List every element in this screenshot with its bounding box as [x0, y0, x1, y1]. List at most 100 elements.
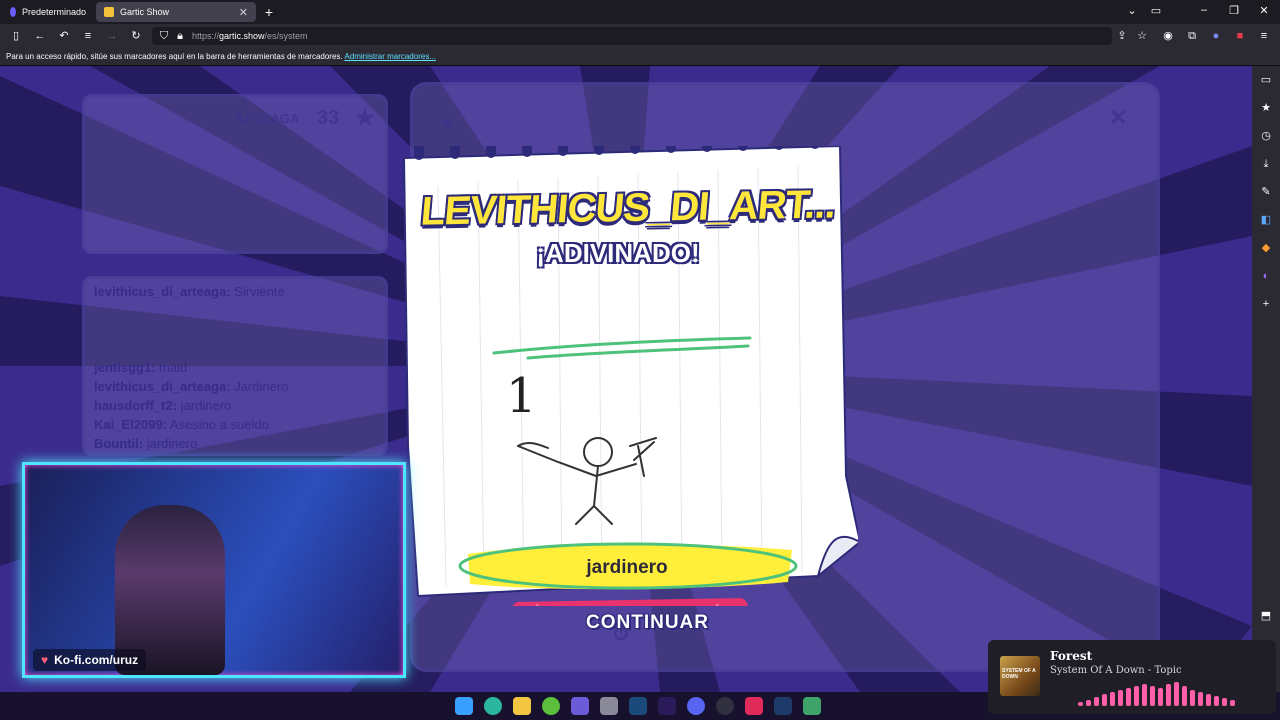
steam-second-icon[interactable]	[774, 697, 792, 715]
start-icon[interactable]	[455, 697, 473, 715]
chat-text: jardinero	[146, 436, 198, 451]
visualizer-bar	[1230, 700, 1235, 706]
visualizer-bar	[1150, 686, 1155, 706]
result-card: LEVITHICUS_DI_ART... ¡ADIVINADO! 1 jardi…	[398, 146, 858, 633]
synced-tabs-icon[interactable]: ▭	[1258, 72, 1274, 88]
gartic-favicon-icon	[104, 7, 114, 17]
audio-visualizer	[1078, 682, 1235, 706]
orange-extension-icon[interactable]: ◆	[1258, 240, 1274, 256]
bookmark-star-icon[interactable]: ☆	[1134, 28, 1150, 44]
history-list-icon[interactable]: ≡	[80, 28, 96, 44]
visualizer-bar	[1222, 698, 1227, 706]
visualizer-bar	[1182, 686, 1187, 706]
edge-icon[interactable]	[484, 697, 502, 715]
chat-text: Jardinero	[234, 379, 289, 394]
chat-line: levithicus_di_arteaga: Jardinero	[94, 379, 288, 394]
menu-icon[interactable]: ≡	[1256, 28, 1272, 44]
minimize-button[interactable]: –	[1196, 4, 1212, 16]
chat-line: Kai_El2099: Asesino a sueldo	[94, 417, 269, 432]
kofi-label: Ko-fi.com/uruz	[54, 653, 139, 667]
background-player-score: 33	[317, 107, 340, 129]
close-tab-icon[interactable]: ✕	[239, 6, 248, 19]
private-browsing-icon[interactable]: ▭	[1148, 4, 1164, 17]
background-player-name: ARTEAGA	[235, 111, 300, 126]
chat-text: Asesino a sueldo	[169, 417, 269, 432]
url-scheme: https://	[192, 31, 220, 41]
url-path: /es/system	[264, 31, 308, 41]
visualizer-bar	[1190, 690, 1195, 706]
back-button[interactable]: ←	[32, 28, 48, 44]
restore-button[interactable]: ❐	[1226, 4, 1242, 17]
file-explorer-icon[interactable]	[513, 697, 531, 715]
addon-badge-icon[interactable]: ■	[1232, 28, 1248, 44]
visualizer-bar	[1166, 684, 1171, 706]
visualizer-bar	[1102, 694, 1107, 706]
navigation-toolbar: ▯ ← ↶ ≡ → ↻ ⛉ 🔒︎ https://gartic.show/es/…	[0, 24, 1280, 48]
vpn-extension-icon[interactable]: ●	[1208, 28, 1224, 44]
customize-sidebar-icon[interactable]: ⬒	[1258, 608, 1274, 624]
tab-gartic-show[interactable]: Gartic Show ✕	[96, 2, 256, 22]
sidebar-toggle-icon[interactable]: ▯	[8, 28, 24, 44]
close-window-button[interactable]: ✕	[1256, 4, 1272, 17]
app-icon[interactable]	[803, 697, 821, 715]
bookmarks-hint: Para un acceso rápido, sitúe sus marcado…	[6, 52, 343, 61]
address-bar[interactable]: ⛉ 🔒︎ https://gartic.show/es/system	[152, 27, 1112, 45]
firefox-taskbar-icon[interactable]	[571, 697, 589, 715]
downloads-icon[interactable]: ⤓	[1258, 156, 1274, 172]
chat-line: hausdorff_t2: jardinero	[94, 398, 231, 413]
gartic-extension-icon[interactable]: ◐	[1258, 268, 1274, 284]
visualizer-bar	[1174, 682, 1179, 706]
close-board-icon: ✕	[1109, 105, 1128, 130]
add-sidebar-icon[interactable]: +	[1258, 296, 1274, 312]
manage-bookmarks-link[interactable]: Administrar marcadores...	[344, 52, 436, 61]
visualizer-bar	[1118, 690, 1123, 706]
speaker-icon: 🔈︎	[443, 111, 455, 133]
list-all-tabs-icon[interactable]: ⌄	[1124, 4, 1140, 17]
tab-label: Gartic Show	[120, 7, 170, 17]
pen-icon[interactable]: ✎	[1258, 184, 1274, 200]
now-playing-widget: SYSTEM OF A DOWN Forest System Of A Down…	[988, 640, 1276, 714]
bookmarks-icon[interactable]: ★	[1258, 100, 1274, 116]
visualizer-bar	[1198, 692, 1203, 706]
chat-text: maid	[159, 360, 188, 375]
chat-text: Sirviente	[234, 284, 285, 299]
translate-icon[interactable]: ◧	[1258, 212, 1274, 228]
premiere-icon[interactable]	[658, 697, 676, 715]
kofi-cup-icon: ♥	[41, 653, 49, 667]
share-icon[interactable]: ⇪	[1114, 28, 1130, 44]
obs-icon[interactable]	[716, 697, 734, 715]
extensions-icon[interactable]: ⧉	[1184, 28, 1200, 44]
visualizer-bar	[1126, 688, 1131, 706]
visualizer-bar	[1078, 702, 1083, 706]
history-icon[interactable]: ◷	[1258, 128, 1274, 144]
undo-close-icon[interactable]: ↶	[56, 28, 72, 44]
forward-button[interactable]: →	[104, 28, 120, 44]
chat-line: levithicus_di_arteaga: Sirviente	[94, 284, 285, 299]
tab-predeterminado[interactable]: Predeterminado	[2, 2, 94, 22]
visualizer-bar	[1110, 692, 1115, 706]
bookmarks-toolbar: Para un acceso rápido, sitúe sus marcado…	[0, 48, 1280, 66]
chat-user: hausdorff_t2:	[94, 398, 178, 413]
guessed-status: ¡ADIVINADO!	[536, 238, 700, 268]
chat-user: levithicus_di_arteaga:	[94, 284, 231, 299]
reload-button[interactable]: ↻	[128, 28, 144, 44]
visualizer-bar	[1086, 700, 1091, 706]
new-tab-button[interactable]: +	[262, 4, 276, 20]
track-title: Forest	[1050, 649, 1093, 663]
lock-icon[interactable]: 🔒︎	[172, 28, 188, 44]
visualizer-bar	[1094, 697, 1099, 706]
tiktok-icon[interactable]	[745, 697, 763, 715]
continue-button[interactable]: CONTINUAR	[512, 598, 752, 658]
browser-shield-icon[interactable]	[542, 697, 560, 715]
album-cover: SYSTEM OF A DOWN	[1000, 656, 1040, 696]
tracking-protection-icon[interactable]: ⛉	[156, 28, 172, 44]
webcam-overlay: ♥ Ko-fi.com/uruz	[22, 462, 406, 678]
kofi-badge: ♥ Ko-fi.com/uruz	[33, 649, 147, 671]
chat-user: levithicus_di_arteaga:	[94, 379, 231, 394]
account-icon[interactable]: ◉	[1160, 28, 1176, 44]
settings-taskbar-icon[interactable]	[600, 697, 618, 715]
discord-icon[interactable]	[687, 697, 705, 715]
background-player-card: ARTEAGA 33 ★	[82, 94, 388, 254]
steam-icon[interactable]	[629, 697, 647, 715]
chat-user: Bountil:	[94, 436, 144, 451]
